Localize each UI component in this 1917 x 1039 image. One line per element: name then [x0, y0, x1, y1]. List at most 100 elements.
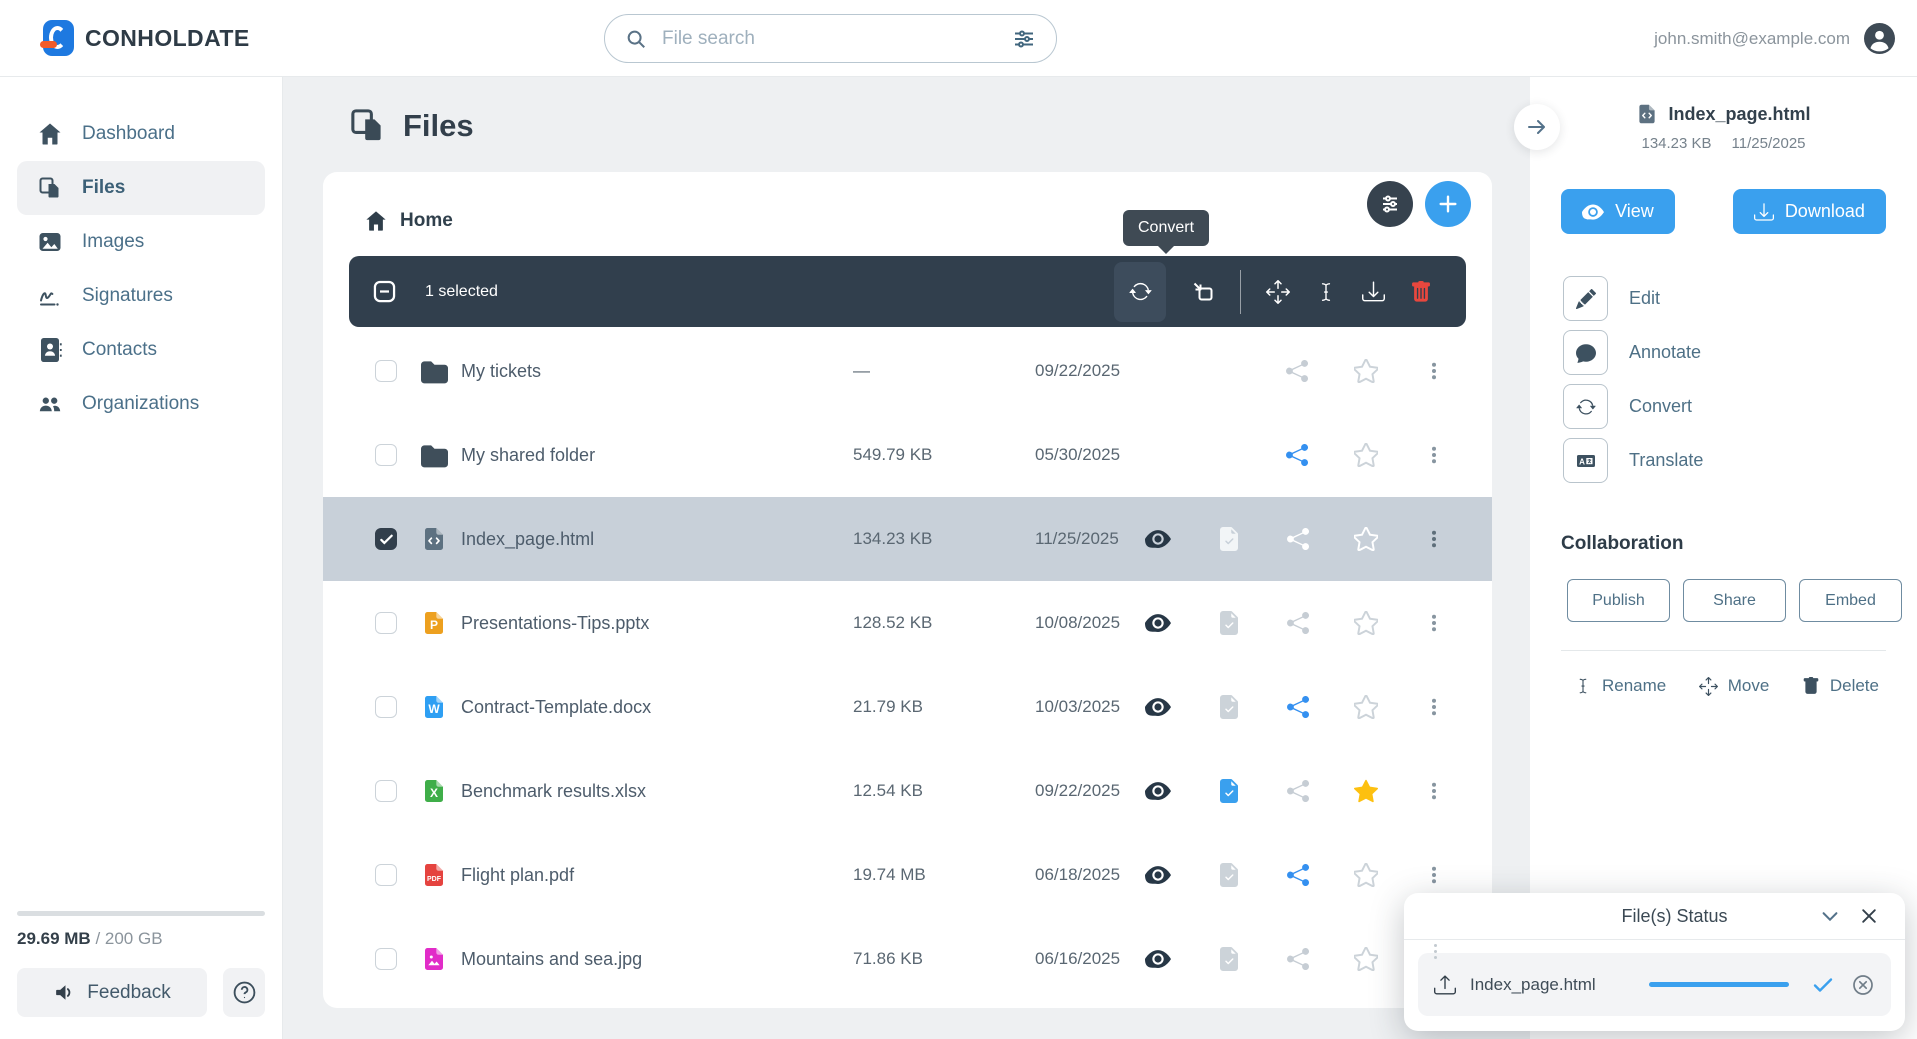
share-icon[interactable] [1286, 864, 1309, 886]
table-row[interactable]: My tickets — 09/22/2025 [323, 329, 1492, 413]
table-row[interactable]: PDF Flight plan.pdf 19.74 MB 06/18/2025 [323, 833, 1492, 917]
xlsx-file-icon: X [421, 778, 448, 804]
edit-action[interactable]: Edit [1563, 276, 1917, 321]
feedback-button[interactable]: Feedback [17, 968, 207, 1017]
move-icon[interactable] [1266, 279, 1290, 304]
files-icon [349, 107, 386, 144]
convert-icon[interactable] [1128, 280, 1152, 303]
table-row[interactable]: My shared folder 549.79 KB 05/30/2025 [323, 413, 1492, 497]
rename-action[interactable]: Rename [1574, 676, 1666, 696]
table-row[interactable]: X Benchmark results.xlsx 12.54 KB 09/22/… [323, 749, 1492, 833]
conversion-status-icon[interactable] [1217, 947, 1241, 971]
breadcrumb-label: Home [400, 210, 453, 231]
translate-action[interactable]: A Translate [1563, 438, 1917, 483]
delete-icon[interactable] [1410, 280, 1432, 303]
share-icon[interactable] [1285, 444, 1308, 466]
share-icon[interactable] [1286, 696, 1309, 718]
chevron-down-icon[interactable] [1813, 904, 1847, 928]
kebab-menu-icon[interactable] [1424, 613, 1444, 633]
share-icon[interactable] [1286, 948, 1309, 970]
table-row[interactable]: W Contract-Template.docx 21.79 KB 10/03/… [323, 665, 1492, 749]
avatar[interactable] [1864, 23, 1895, 54]
kebab-menu-icon[interactable] [1424, 445, 1444, 465]
share-icon[interactable] [1286, 528, 1309, 550]
kebab-menu-icon[interactable] [1424, 697, 1444, 717]
conversion-status-icon[interactable] [1217, 863, 1241, 887]
row-checkbox[interactable] [375, 780, 397, 802]
row-checkbox-checked[interactable] [375, 528, 397, 550]
sidebar-item-organizations[interactable]: Organizations [17, 377, 265, 431]
star-icon[interactable] [1353, 359, 1378, 383]
help-button[interactable] [223, 968, 265, 1017]
sidebar-item-files[interactable]: Files [17, 161, 265, 215]
row-checkbox[interactable] [375, 612, 397, 634]
file-name: My tickets [461, 360, 542, 381]
annotate-action[interactable]: Annotate [1563, 330, 1917, 375]
file-date: 09/22/2025 [1035, 361, 1121, 380]
share-icon[interactable] [1285, 360, 1308, 382]
download-button[interactable]: Download [1732, 189, 1886, 234]
list-settings-button[interactable] [1367, 181, 1413, 227]
row-checkbox[interactable] [375, 444, 397, 466]
row-checkbox[interactable] [375, 948, 397, 970]
row-checkbox[interactable] [375, 360, 397, 382]
preview-eye-icon[interactable] [1145, 694, 1171, 720]
share-icon[interactable] [1286, 780, 1309, 802]
preview-eye-icon[interactable] [1145, 862, 1171, 888]
sidebar-item-images[interactable]: Images [17, 215, 265, 269]
star-icon[interactable] [1353, 443, 1378, 467]
sidebar-item-contacts[interactable]: Contacts [17, 323, 265, 377]
search-icon [625, 28, 647, 50]
preview-eye-icon[interactable] [1145, 778, 1171, 804]
delete-action[interactable]: Delete [1802, 676, 1879, 696]
convert-icon [1563, 384, 1608, 429]
search-filter-icon[interactable] [1012, 27, 1036, 51]
conversion-status-icon[interactable] [1217, 527, 1241, 551]
table-row[interactable]: P Presentations-Tips.pptx 128.52 KB 10/0… [323, 581, 1492, 665]
share-button[interactable]: Share [1683, 579, 1786, 622]
sidebar-item-dashboard[interactable]: Dashboard [17, 107, 265, 161]
share-icon[interactable] [1286, 612, 1309, 634]
star-icon[interactable] [1354, 527, 1379, 551]
conversion-status-icon[interactable] [1217, 695, 1241, 719]
brand-logo[interactable]: CONHOLDATE [40, 20, 250, 56]
select-all-checkbox[interactable] [371, 278, 398, 305]
row-checkbox[interactable] [375, 864, 397, 886]
conversion-status-icon[interactable] [1217, 779, 1241, 803]
download-icon[interactable] [1362, 280, 1385, 303]
breadcrumb[interactable]: Home [323, 172, 1492, 236]
merge-icon[interactable] [1191, 280, 1215, 304]
table-row[interactable]: Mountains and sea.jpg 71.86 KB 06/16/202… [323, 917, 1492, 1001]
cancel-circle-icon[interactable] [1851, 973, 1875, 997]
row-checkbox[interactable] [375, 696, 397, 718]
drag-handle[interactable] [1434, 944, 1437, 959]
kebab-menu-icon[interactable] [1424, 529, 1444, 549]
kebab-menu-icon[interactable] [1424, 781, 1444, 801]
star-icon[interactable] [1354, 695, 1379, 719]
star-icon[interactable] [1354, 611, 1379, 635]
kebab-menu-icon[interactable] [1424, 865, 1444, 885]
star-icon-filled[interactable] [1354, 779, 1379, 803]
home-icon [365, 210, 387, 232]
add-file-button[interactable] [1425, 181, 1471, 227]
upload-status-row: Index_page.html [1418, 944, 1891, 1016]
move-action[interactable]: Move [1698, 676, 1769, 696]
kebab-menu-icon[interactable] [1424, 361, 1444, 381]
publish-button[interactable]: Publish [1567, 579, 1670, 622]
embed-button[interactable]: Embed [1799, 579, 1902, 622]
star-icon[interactable] [1354, 947, 1379, 971]
star-icon[interactable] [1354, 863, 1379, 887]
preview-eye-icon[interactable] [1145, 946, 1171, 972]
sidebar-item-signatures[interactable]: Signatures [17, 269, 265, 323]
preview-eye-icon[interactable] [1145, 610, 1171, 636]
convert-action[interactable]: Convert [1563, 384, 1917, 429]
file-search-bar[interactable] [604, 14, 1057, 63]
rename-icon[interactable] [1315, 281, 1337, 303]
collapse-panel-arrow-button[interactable] [1514, 104, 1560, 150]
conversion-status-icon[interactable] [1217, 611, 1241, 635]
table-row-selected[interactable]: Index_page.html 134.23 KB 11/25/2025 [323, 497, 1492, 581]
view-button[interactable]: View [1561, 189, 1675, 234]
search-input[interactable] [660, 26, 999, 51]
close-icon[interactable] [1853, 905, 1885, 927]
preview-eye-icon[interactable] [1145, 526, 1171, 552]
